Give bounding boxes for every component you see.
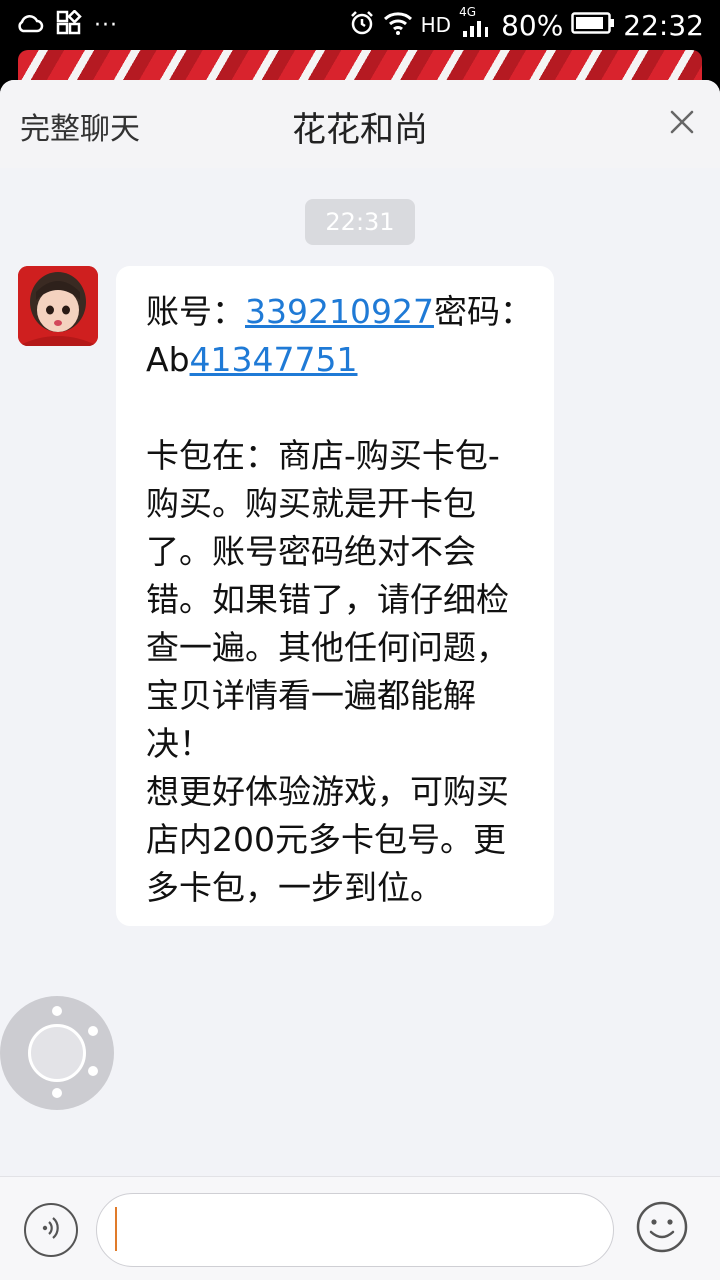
more-notifications: ···	[94, 12, 118, 38]
clock: 22:32	[623, 8, 704, 42]
alarm-icon	[349, 10, 375, 40]
message-line: 想更好体验游戏，可购买	[146, 772, 509, 811]
hd-indicator: HD	[420, 13, 452, 37]
wifi-icon	[383, 11, 413, 39]
message-line: 错。如果错了，请仔细检	[146, 580, 509, 619]
voice-button[interactable]	[24, 1203, 78, 1257]
emoji-icon	[635, 1200, 689, 1258]
password-digits-link[interactable]: 41347751	[190, 340, 358, 379]
password-label: 密码：	[433, 292, 533, 331]
message-line: 决！	[146, 724, 212, 763]
message-input[interactable]	[96, 1193, 614, 1267]
voice-icon	[36, 1213, 66, 1247]
assistive-touch-button[interactable]	[0, 996, 114, 1110]
status-left: ···	[16, 9, 118, 40]
message-line: 查一遍。其他任何问题，	[146, 628, 509, 667]
message-line: 店内200元多卡包号。更	[146, 820, 506, 859]
chat-header: 完整聊天 花花和尚	[0, 80, 720, 168]
assistive-dot	[52, 1088, 62, 1098]
status-bar: ··· HD 4G 80% 22:32	[0, 0, 720, 50]
avatar[interactable]	[18, 266, 98, 346]
signal-icon: 4G	[459, 5, 493, 39]
message-bubble: 账号：339210927密码： Ab41347751 卡包在：商店-购买卡包- …	[116, 266, 554, 926]
message-line: 了。账号密码绝对不会	[146, 532, 476, 571]
account-label: 账号：	[146, 292, 245, 331]
assistive-dot	[88, 1026, 98, 1036]
emoji-button[interactable]	[634, 1201, 690, 1257]
message-line: 多卡包，一步到位。	[146, 868, 443, 907]
chat-title: 花花和尚	[292, 110, 428, 150]
assistive-dot	[52, 1006, 62, 1016]
apps-icon	[56, 9, 82, 40]
message-timestamp: 22:31	[305, 199, 415, 245]
message-line: 购买。购买就是开卡包	[146, 484, 476, 523]
message-line: 宝贝详情看一遍都能解	[146, 676, 476, 715]
assistive-center	[28, 1024, 86, 1082]
close-icon	[668, 108, 696, 140]
message-line: 卡包在：商店-购买卡包-	[146, 436, 500, 475]
screen: ··· HD 4G 80% 22:32 完整聊天 花花和尚 22:31 账号：3…	[0, 0, 720, 1280]
assistive-dot	[88, 1066, 98, 1076]
account-number-link[interactable]: 339210927	[245, 292, 434, 331]
password-line: Ab41347751	[146, 336, 530, 384]
battery-icon	[571, 12, 615, 38]
close-button[interactable]	[662, 104, 702, 144]
text-caret	[115, 1207, 117, 1251]
status-right: HD 4G 80% 22:32	[349, 5, 704, 45]
input-bar	[0, 1176, 720, 1280]
battery-percent: 80%	[501, 8, 564, 42]
password-prefix: Ab	[146, 340, 190, 379]
chat-panel: 完整聊天 花花和尚 22:31 账号：339210927密码： Ab413477…	[0, 80, 720, 1280]
cloud-icon	[16, 12, 44, 38]
account-line: 账号：339210927密码：	[146, 288, 533, 336]
